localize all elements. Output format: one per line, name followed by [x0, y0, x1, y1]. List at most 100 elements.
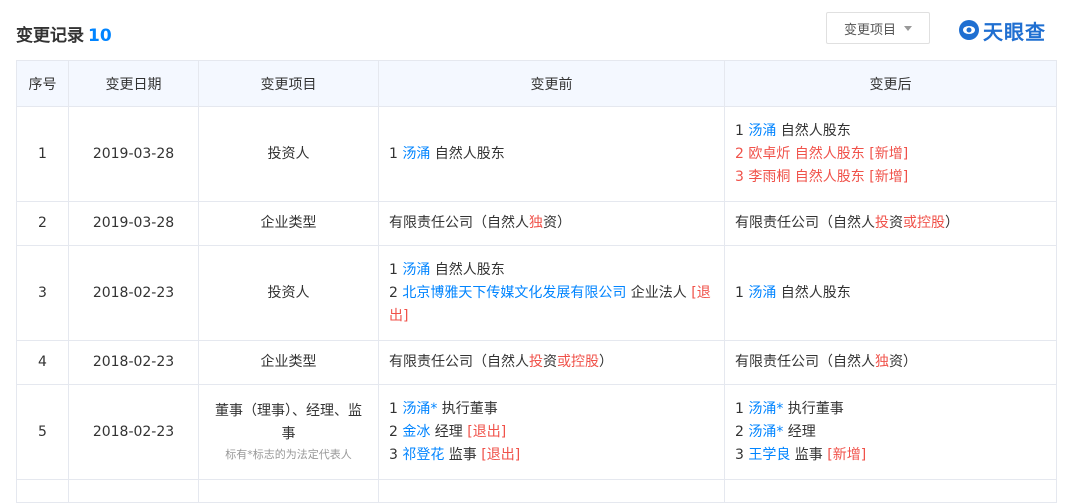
change-line: 1 汤涌 自然人股东: [389, 143, 714, 166]
change-line: 2 汤涌* 经理: [735, 421, 1046, 444]
change-highlight: [退出]: [467, 423, 507, 440]
change-line: 有限责任公司（自然人投资或控股）: [735, 212, 1046, 235]
table-row: 5 2018-02-23 董事（理事）、经理、监事 标有*标志的为法定代表人 1 汤涌*…: [16, 384, 1057, 480]
change-text: 经理: [783, 423, 816, 440]
entity-link[interactable]: 汤涌*: [748, 424, 783, 440]
change-text: 2: [389, 284, 403, 301]
change-text: 有限责任公司（自然人: [389, 354, 529, 370]
section-header: 变更记录 10 变更项目 天眼查: [0, 0, 1080, 60]
change-text: 1: [735, 284, 749, 301]
change-highlight: 3 李雨桐 自然人股东 [新增]: [735, 168, 909, 185]
entity-link[interactable]: 汤涌: [748, 285, 776, 301]
change-item-label: 投资人: [267, 284, 310, 301]
change-highlight: 2 欧卓炘 自然人股东 [新增]: [735, 145, 909, 162]
after-change-cell: 有限责任公司（自然人投资或控股）: [724, 201, 1057, 246]
change-text: 1: [389, 145, 403, 162]
change-item: 董事（理事）、经理、监事标有*标志的为法定代表人: [198, 384, 379, 480]
change-line: 1 汤涌* 执行董事: [389, 398, 714, 421]
tianyancha-logo: 天眼查: [958, 16, 1046, 44]
change-text: 资: [543, 354, 557, 370]
entity-link[interactable]: 祁登花: [402, 447, 444, 463]
table-row: [16, 479, 1057, 503]
change-text: ）: [945, 215, 959, 231]
change-item: 企业类型: [198, 340, 379, 385]
entity-link[interactable]: 金冰: [402, 424, 430, 440]
change-highlight: 投: [529, 354, 543, 370]
change-line: 3 祁登花 监事 [退出]: [389, 444, 714, 467]
filter-label: 变更项目: [843, 22, 896, 38]
change-text: ）: [599, 354, 613, 370]
change-date: 2018-02-23: [68, 340, 199, 385]
change-date: 2018-02-23: [68, 384, 199, 480]
column-header-after: 变更后: [724, 60, 1057, 107]
change-text: 有限责任公司（自然人: [735, 354, 875, 370]
row-index: 4: [16, 340, 69, 385]
change-text: 经理: [430, 423, 468, 440]
change-item-label: 投资人: [267, 145, 310, 162]
before-change-cell: 有限责任公司（自然人投资或控股）: [378, 340, 725, 385]
row-index: 2: [16, 201, 69, 246]
table-row: 2 2019-03-28 企业类型 有限责任公司（自然人独资） 有限责任公司（自然人投资…: [16, 201, 1057, 246]
after-change-cell: 有限责任公司（自然人独资）: [724, 340, 1057, 385]
table-row: 1 2019-03-28 投资人 1 汤涌 自然人股东 1 汤涌 自然人股东 2 欧卓炘 …: [16, 106, 1057, 202]
column-header-item: 变更项目: [198, 60, 379, 107]
change-item-filter-dropdown[interactable]: 变更项目: [826, 12, 930, 44]
empty-cell: [68, 479, 199, 503]
section-title-text: 变更记录: [16, 26, 84, 46]
change-line: 有限责任公司（自然人独资）: [389, 212, 714, 235]
change-line: 3 王学良 监事 [新增]: [735, 444, 1046, 467]
entity-link[interactable]: 汤涌: [748, 123, 776, 139]
legal-rep-note: 标有*标志的为法定代表人: [225, 448, 352, 461]
change-item: 投资人: [198, 106, 379, 202]
column-header-date: 变更日期: [68, 60, 199, 107]
entity-link[interactable]: 汤涌: [402, 262, 430, 278]
column-header-index: 序号: [16, 60, 69, 107]
change-item-label: 董事（理事）、经理、监事: [215, 403, 362, 442]
empty-cell: [724, 479, 1057, 503]
after-change-cell: 1 汤涌 自然人股东: [724, 245, 1057, 341]
entity-link[interactable]: 汤涌: [402, 146, 430, 162]
table-header-row: 序号 变更日期 变更项目 变更前 变更后: [16, 60, 1057, 107]
change-highlight: 投: [875, 215, 889, 231]
before-change-cell: 1 汤涌 自然人股东 2 北京博雅天下传媒文化发展有限公司 企业法人 [退出]: [378, 245, 725, 341]
change-line: 3 李雨桐 自然人股东 [新增]: [735, 166, 1046, 189]
entity-link[interactable]: 汤涌*: [748, 401, 783, 417]
change-highlight: 或控股: [903, 215, 945, 231]
row-index: 3: [16, 245, 69, 341]
change-text: 监事: [790, 446, 828, 463]
change-item: 企业类型: [198, 201, 379, 246]
change-text: 执行董事: [437, 400, 498, 417]
empty-cell: [16, 479, 69, 503]
entity-link[interactable]: 北京博雅天下传媒文化发展有限公司: [402, 285, 626, 301]
change-text: 3: [389, 446, 403, 463]
table-row: 4 2018-02-23 企业类型 有限责任公司（自然人投资或控股） 有限责任公司（自然…: [16, 340, 1057, 385]
change-item: 投资人: [198, 245, 379, 341]
change-text: 自然人股东: [776, 284, 851, 301]
change-item-label: 企业类型: [260, 354, 317, 370]
change-line: 有限责任公司（自然人独资）: [735, 351, 1046, 374]
change-highlight: 独: [875, 354, 889, 370]
change-line: 2 金冰 经理 [退出]: [389, 421, 714, 444]
after-change-cell: 1 汤涌 自然人股东 2 欧卓炘 自然人股东 [新增] 3 李雨桐 自然人股东 [新…: [724, 106, 1057, 202]
caret-down-icon: [904, 25, 912, 31]
eye-logo-icon: [959, 20, 979, 40]
change-text: 1: [389, 261, 403, 278]
change-text: 3: [735, 446, 749, 463]
change-highlight: [退出]: [481, 446, 521, 463]
change-text: 有限责任公司（自然人: [389, 215, 529, 231]
logo-text: 天眼查: [983, 19, 1046, 44]
empty-cell: [198, 479, 379, 503]
change-text: 2: [735, 423, 749, 440]
entity-link[interactable]: 汤涌*: [402, 401, 437, 417]
record-count: 10: [88, 26, 112, 46]
change-text: 自然人股东: [430, 261, 505, 278]
change-line: 1 汤涌* 执行董事: [735, 398, 1046, 421]
change-text: 监事: [444, 446, 482, 463]
empty-cell: [378, 479, 725, 503]
before-change-cell: 1 汤涌 自然人股东: [378, 106, 725, 202]
change-text: 有限责任公司（自然人: [735, 215, 875, 231]
change-text: 1: [735, 122, 749, 139]
change-line: 1 汤涌 自然人股东: [735, 282, 1046, 305]
change-date: 2019-03-28: [68, 106, 199, 202]
entity-link[interactable]: 王学良: [748, 447, 790, 463]
